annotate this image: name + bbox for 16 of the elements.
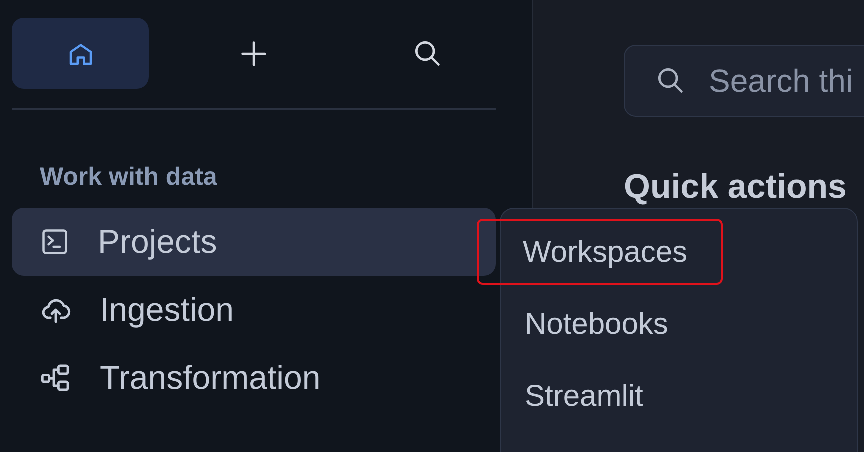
flow-chart-icon xyxy=(40,362,72,394)
menu-item[interactable]: Streamlit xyxy=(501,363,857,429)
menu-item[interactable]: Workspaces xyxy=(477,219,723,285)
nav-label: Projects xyxy=(98,222,218,262)
section-title: Work with data xyxy=(40,162,218,192)
terminal-icon xyxy=(40,227,70,257)
add-icon xyxy=(239,38,269,68)
home-button[interactable] xyxy=(12,18,149,89)
nav-item[interactable]: Projects xyxy=(12,208,496,276)
menu-item[interactable]: Notebooks xyxy=(501,291,857,357)
search-input[interactable]: Search thi xyxy=(709,57,864,105)
nav-label: Ingestion xyxy=(100,290,234,330)
nav-label: Transformation xyxy=(100,358,321,398)
section-heading: Quick actions xyxy=(624,169,848,206)
search-field[interactable]: Search thi xyxy=(624,45,864,117)
nav-item[interactable]: Transformation xyxy=(12,344,496,412)
